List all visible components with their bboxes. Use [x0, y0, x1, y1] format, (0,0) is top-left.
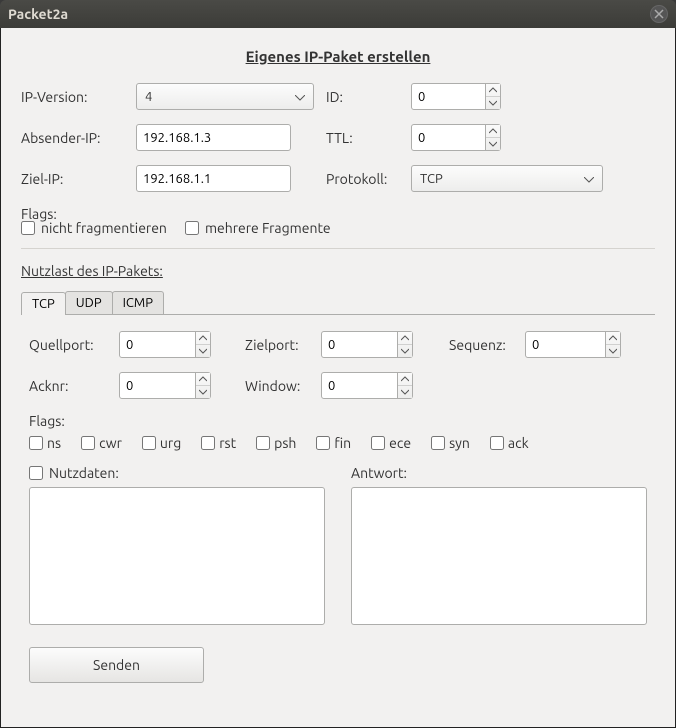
dest-ip-input[interactable]: [136, 165, 291, 192]
tcp-flag-urg[interactable]: urg: [142, 435, 181, 451]
step-down-icon[interactable]: [196, 386, 210, 398]
acknr-label: Acknr:: [29, 378, 113, 394]
separator: [21, 248, 655, 249]
step-up-icon[interactable]: [196, 332, 210, 345]
tcp-flag-ns[interactable]: ns: [29, 435, 61, 451]
window-label: Window:: [245, 378, 315, 394]
step-down-icon[interactable]: [398, 345, 412, 357]
seq-spinbox[interactable]: [525, 331, 621, 358]
window-spinbox[interactable]: [321, 372, 413, 399]
ttl-input[interactable]: [412, 125, 485, 150]
close-button[interactable]: [650, 5, 668, 23]
chevron-down-icon: [291, 90, 309, 104]
tcp-flag-ece[interactable]: ece: [371, 435, 411, 451]
tcp-flag-psh[interactable]: psh: [256, 435, 296, 451]
ttl-spinbox[interactable]: [411, 124, 501, 151]
acknr-spinbox[interactable]: [119, 372, 211, 399]
ttl-step-down[interactable]: [486, 138, 500, 150]
payload-textarea[interactable]: [29, 487, 325, 625]
step-down-icon[interactable]: [606, 345, 620, 357]
tcp-flag-cwr[interactable]: cwr: [81, 435, 122, 451]
dstport-input[interactable]: [322, 332, 397, 357]
response-label: Antwort:: [351, 465, 407, 481]
tcp-flag-syn[interactable]: syn: [431, 435, 470, 451]
id-input[interactable]: [412, 84, 485, 109]
ttl-step-up[interactable]: [486, 125, 500, 138]
seq-input[interactable]: [526, 332, 605, 357]
protocol-select[interactable]: TCP: [411, 165, 603, 192]
srcport-input[interactable]: [120, 332, 195, 357]
protocol-value: TCP: [420, 172, 443, 186]
dstport-spinbox[interactable]: [321, 331, 413, 358]
tcp-flags-label: Flags:: [29, 413, 647, 429]
response-textarea[interactable]: [351, 487, 647, 625]
srcport-label: Quellport:: [29, 337, 113, 353]
step-down-icon[interactable]: [398, 386, 412, 398]
response-header: Antwort:: [351, 465, 647, 481]
protocol-label: Protokoll:: [326, 171, 411, 187]
tcp-flag-psh-checkbox[interactable]: [256, 436, 270, 450]
chevron-down-icon: [580, 172, 598, 186]
tcp-flag-ece-checkbox[interactable]: [371, 436, 385, 450]
tcp-flag-ns-checkbox[interactable]: [29, 436, 43, 450]
payload-check-label: Nutzdaten:: [49, 465, 119, 481]
tcp-flag-fin-checkbox[interactable]: [316, 436, 330, 450]
tcp-flag-fin[interactable]: fin: [316, 435, 351, 451]
dstport-label: Zielport:: [245, 337, 315, 353]
window-title: Packet2a: [8, 6, 68, 22]
tcp-flags-row: ns cwr urg rst psh fin ece syn ack: [29, 435, 647, 451]
payload-title: Nutzlast des IP-Pakets:: [21, 263, 655, 279]
flag-nofrag-checkbox[interactable]: [21, 221, 35, 235]
sender-ip-input[interactable]: [136, 124, 291, 151]
id-spinbox[interactable]: [411, 83, 501, 110]
ip-version-select[interactable]: 4: [136, 83, 314, 110]
acknr-input[interactable]: [120, 373, 195, 398]
step-up-icon[interactable]: [398, 332, 412, 345]
flag-morefrag[interactable]: mehrere Fragmente: [185, 220, 331, 236]
tcp-flag-syn-checkbox[interactable]: [431, 436, 445, 450]
tcp-flag-urg-checkbox[interactable]: [142, 436, 156, 450]
id-step-up[interactable]: [486, 84, 500, 97]
id-label: ID:: [326, 89, 411, 105]
tab-udp[interactable]: UDP: [65, 291, 113, 314]
step-up-icon[interactable]: [196, 373, 210, 386]
ttl-label: TTL:: [326, 130, 411, 146]
window-input[interactable]: [322, 373, 397, 398]
tab-tcp[interactable]: TCP: [21, 292, 66, 315]
tcp-flag-rst-checkbox[interactable]: [201, 436, 215, 450]
tab-icmp[interactable]: ICMP: [112, 291, 164, 314]
ip-version-label: IP-Version:: [21, 89, 136, 105]
step-down-icon[interactable]: [196, 345, 210, 357]
sender-ip-label: Absender-IP:: [21, 130, 136, 146]
payload-header: Nutzdaten:: [29, 465, 325, 481]
tab-body-tcp: Quellport: Zielport: Sequenz: Acknr: Win…: [21, 315, 655, 687]
tcp-flag-rst[interactable]: rst: [201, 435, 236, 451]
titlebar: Packet2a: [0, 0, 676, 28]
tcp-flag-ack[interactable]: ack: [490, 435, 529, 451]
tabs: TCP UDP ICMP: [21, 291, 655, 315]
dest-ip-label: Ziel-IP:: [21, 171, 136, 187]
page-title: Eigenes IP-Paket erstellen: [21, 48, 655, 65]
send-button[interactable]: Senden: [29, 647, 204, 683]
flag-morefrag-checkbox[interactable]: [185, 221, 199, 235]
ip-version-value: 4: [145, 90, 152, 104]
flag-nofrag[interactable]: nicht fragmentieren: [21, 220, 167, 236]
close-icon: [654, 9, 664, 19]
tcp-flag-ack-checkbox[interactable]: [490, 436, 504, 450]
seq-label: Sequenz:: [449, 337, 519, 353]
id-step-down[interactable]: [486, 97, 500, 109]
step-up-icon[interactable]: [606, 332, 620, 345]
payload-checkbox[interactable]: [29, 466, 43, 480]
srcport-spinbox[interactable]: [119, 331, 211, 358]
tcp-flag-cwr-checkbox[interactable]: [81, 436, 95, 450]
step-up-icon[interactable]: [398, 373, 412, 386]
